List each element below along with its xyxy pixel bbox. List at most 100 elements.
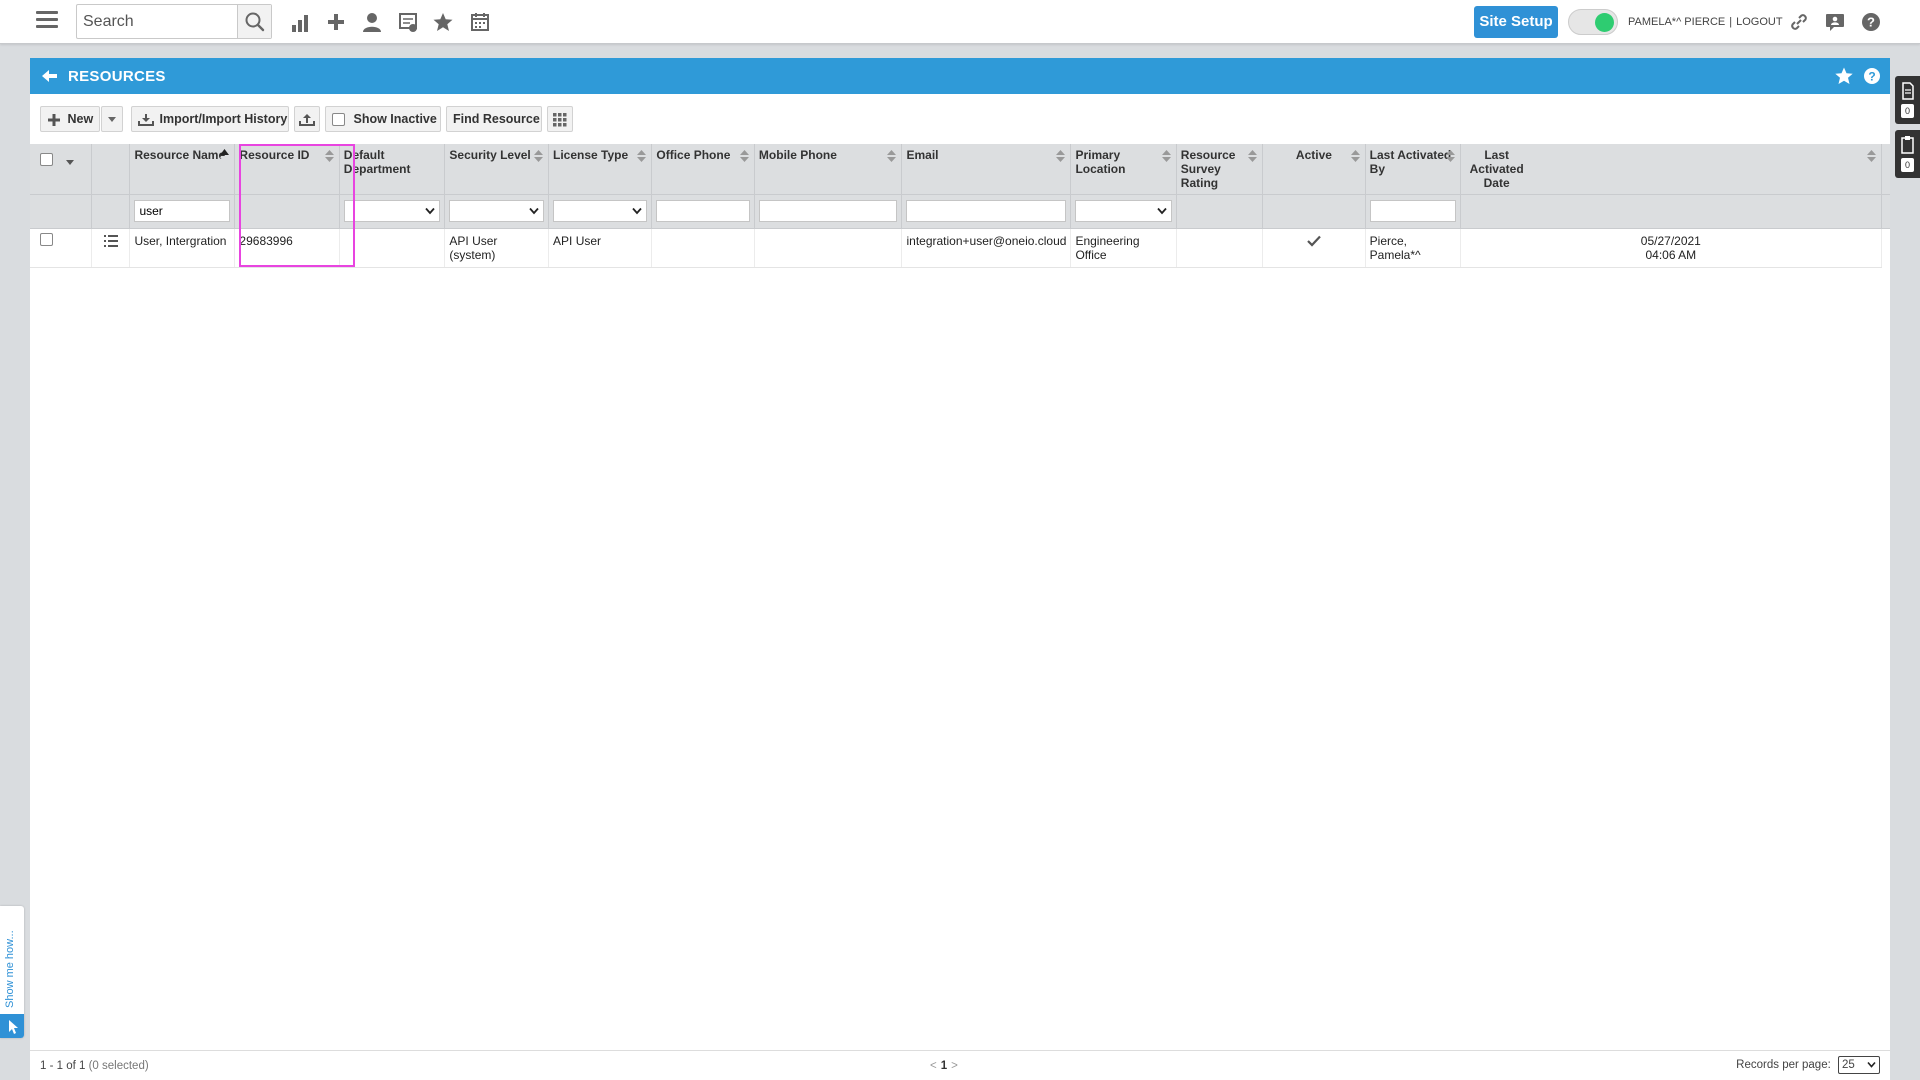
back-arrow-icon[interactable] (40, 66, 60, 86)
filter-empty (1460, 194, 1883, 229)
show-inactive-toggle[interactable]: Show Inactive (325, 106, 441, 132)
resource-name-filter-input[interactable] (134, 200, 231, 222)
documents-side-tab[interactable]: 0 (1895, 76, 1920, 124)
column-chooser-button[interactable] (547, 106, 573, 132)
hamburger-menu-icon[interactable] (36, 11, 58, 31)
panel-header: RESOURCES ? (30, 58, 1890, 94)
filter-cell (1365, 194, 1461, 229)
cell-resource-id: 29683996 (234, 228, 340, 268)
col-office-phone[interactable]: Office Phone (651, 144, 755, 195)
show-me-how-tab[interactable]: Show me how... (0, 906, 24, 1038)
status-toggle[interactable] (1568, 9, 1618, 35)
sort-icon[interactable] (1056, 149, 1066, 163)
contacts-person-icon[interactable] (361, 11, 383, 33)
help-icon[interactable]: ? (1860, 11, 1882, 33)
sort-icon[interactable] (1350, 149, 1360, 163)
clipboard-side-tab[interactable]: 0 (1895, 130, 1920, 178)
select-menu-caret-icon[interactable] (66, 159, 75, 166)
sort-icon[interactable] (1867, 149, 1876, 163)
import-history-button[interactable]: Import/Import History (131, 106, 289, 132)
filter-empty (1176, 194, 1264, 229)
cell-survey-rating (1176, 228, 1264, 268)
sort-icon[interactable] (637, 149, 647, 163)
clipboard-icon (1901, 136, 1914, 154)
selected-count: (0 selected) (88, 1060, 149, 1072)
page-title: RESOURCES (68, 68, 166, 85)
office-phone-filter-input[interactable] (656, 200, 750, 222)
col-label: Last Activated By (1369, 148, 1452, 176)
cell-resource-name[interactable]: User, Intergration (129, 228, 236, 268)
col-label: Mobile Phone (758, 148, 837, 162)
col-last-activated-date[interactable]: Last Activated Date (1460, 144, 1883, 195)
col-resource-id[interactable]: Resource ID (234, 144, 340, 195)
sort-icon[interactable] (1248, 149, 1258, 163)
filter-row (30, 194, 1890, 229)
primary-location-filter-select[interactable] (1075, 200, 1172, 222)
license-type-filter-select[interactable] (553, 200, 648, 222)
reports-chart-icon[interactable] (289, 11, 311, 33)
security-level-filter-select[interactable] (449, 200, 545, 222)
panel-help-icon[interactable]: ? (1862, 66, 1882, 86)
col-email[interactable]: Email (901, 144, 1072, 195)
link-icon[interactable] (1788, 11, 1810, 33)
site-setup-button[interactable]: Site Setup (1474, 6, 1558, 38)
add-new-icon[interactable] (325, 11, 347, 33)
col-primary-location[interactable]: Primary Location (1070, 144, 1177, 195)
sort-icon[interactable] (534, 149, 544, 163)
sort-icon[interactable] (887, 149, 897, 163)
timesheet-icon[interactable] (397, 11, 419, 33)
select-all-checkbox[interactable] (40, 153, 53, 166)
search-input[interactable] (77, 5, 237, 38)
sort-icon[interactable] (324, 149, 334, 163)
cell-license-type: API User (548, 228, 653, 268)
next-page-button[interactable]: > (951, 1060, 958, 1072)
calendar-icon[interactable] (469, 11, 491, 33)
new-button[interactable]: New (40, 106, 100, 132)
col-active[interactable]: Active (1262, 144, 1366, 195)
sort-icon[interactable] (1161, 149, 1171, 163)
row-checkbox[interactable] (40, 232, 53, 246)
show-me-how-button[interactable] (0, 1014, 24, 1038)
filter-cell (339, 194, 446, 229)
find-resource-button[interactable]: Find Resource (446, 106, 542, 132)
chat-feedback-icon[interactable] (1824, 11, 1846, 33)
search-button[interactable] (237, 5, 271, 38)
svg-text:?: ? (1868, 69, 1875, 83)
col-license-type[interactable]: License Type (548, 144, 653, 195)
col-label: Resource Survey Rating (1180, 148, 1236, 190)
favorites-star-icon[interactable] (432, 11, 454, 33)
col-mobile-phone[interactable]: Mobile Phone (754, 144, 903, 195)
col-label: Office Phone (656, 148, 731, 162)
col-last-activated-by[interactable]: Last Activated By (1365, 144, 1461, 195)
prev-page-button[interactable]: < (930, 1060, 937, 1072)
col-resource-name[interactable]: Resource Name (129, 144, 236, 195)
filter-empty (1262, 194, 1366, 229)
records-per-page-select[interactable]: 25 (1838, 1056, 1880, 1074)
col-label: Security Level (449, 148, 531, 162)
last-activated-by-filter-input[interactable] (1369, 200, 1456, 222)
col-label: Default Department (343, 148, 411, 176)
col-security-level[interactable]: Security Level (444, 144, 550, 195)
new-dropdown-button[interactable] (101, 106, 123, 132)
favorite-star-icon[interactable] (1834, 66, 1854, 86)
sort-icon[interactable] (1445, 149, 1455, 163)
sort-icon[interactable] (739, 149, 749, 163)
email-filter-input[interactable] (906, 200, 1067, 222)
table-row[interactable]: User, Intergration 29683996 API User (sy… (30, 228, 1890, 268)
col-default-department[interactable]: Default Department (339, 144, 446, 195)
document-icon (1902, 82, 1914, 100)
export-tray-icon (299, 113, 315, 126)
row-menu-cell (91, 228, 131, 268)
col-resource-survey-rating[interactable]: Resource Survey Rating (1176, 144, 1264, 195)
default-department-filter-select[interactable] (343, 200, 441, 222)
logout-link[interactable]: LOGOUT (1736, 16, 1782, 28)
show-inactive-checkbox[interactable] (332, 113, 345, 127)
active-checkmark-icon (1307, 235, 1321, 247)
export-button[interactable] (294, 106, 320, 132)
pagination: <1 > (930, 1060, 958, 1072)
caret-down-icon (108, 116, 116, 122)
sort-ascending-icon[interactable] (220, 149, 230, 163)
col-label: Resource ID (239, 148, 310, 162)
mobile-phone-filter-input[interactable] (758, 200, 898, 222)
row-context-menu-icon[interactable] (103, 234, 118, 247)
